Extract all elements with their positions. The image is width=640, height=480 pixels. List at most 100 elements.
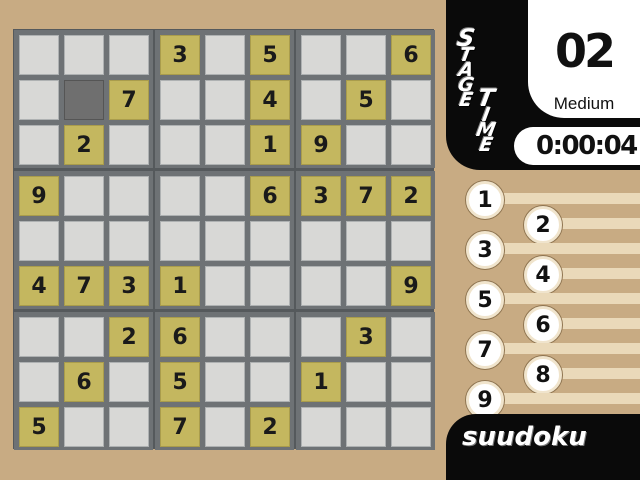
empty-cell[interactable]	[160, 125, 200, 165]
given-cell[interactable]: 9	[19, 176, 59, 216]
empty-cell[interactable]	[109, 407, 149, 447]
stage-box: 02 Medium	[528, 0, 640, 118]
given-cell[interactable]: 1	[160, 266, 200, 306]
number-track	[484, 193, 640, 204]
empty-cell[interactable]	[250, 221, 290, 261]
empty-cell[interactable]	[64, 35, 104, 75]
number-button-7[interactable]: 7	[466, 331, 504, 369]
empty-cell[interactable]	[205, 35, 245, 75]
given-cell[interactable]: 3	[160, 35, 200, 75]
sudoku-board: 3567452199637247319263651572	[13, 29, 435, 450]
number-button-2[interactable]: 2	[524, 206, 562, 244]
empty-cell[interactable]	[346, 125, 386, 165]
given-cell[interactable]: 2	[109, 317, 149, 357]
empty-cell[interactable]	[391, 317, 431, 357]
given-cell[interactable]: 4	[250, 80, 290, 120]
number-track	[484, 293, 640, 304]
empty-cell[interactable]	[391, 407, 431, 447]
empty-cell[interactable]	[301, 317, 341, 357]
given-cell[interactable]: 3	[109, 266, 149, 306]
given-cell[interactable]: 1	[250, 125, 290, 165]
empty-cell[interactable]	[109, 362, 149, 402]
empty-cell[interactable]	[301, 35, 341, 75]
empty-cell[interactable]	[205, 125, 245, 165]
brand-logo: suudoku	[462, 422, 587, 452]
empty-cell[interactable]	[391, 80, 431, 120]
given-cell[interactable]: 1	[301, 362, 341, 402]
given-cell[interactable]: 6	[160, 317, 200, 357]
empty-cell[interactable]	[205, 80, 245, 120]
empty-cell[interactable]	[109, 125, 149, 165]
given-cell[interactable]: 7	[160, 407, 200, 447]
empty-cell[interactable]	[19, 80, 59, 120]
given-cell[interactable]: 5	[19, 407, 59, 447]
empty-cell[interactable]	[250, 317, 290, 357]
empty-cell[interactable]	[109, 221, 149, 261]
empty-cell[interactable]	[160, 80, 200, 120]
empty-cell[interactable]	[391, 221, 431, 261]
empty-cell[interactable]	[205, 407, 245, 447]
empty-cell[interactable]	[19, 362, 59, 402]
given-cell[interactable]: 5	[250, 35, 290, 75]
number-track	[484, 343, 640, 354]
number-button-3[interactable]: 3	[466, 231, 504, 269]
given-cell[interactable]: 9	[391, 266, 431, 306]
empty-cell[interactable]	[64, 176, 104, 216]
number-button-8[interactable]: 8	[524, 356, 562, 394]
given-cell[interactable]: 2	[391, 176, 431, 216]
empty-cell[interactable]	[64, 317, 104, 357]
empty-cell[interactable]	[250, 266, 290, 306]
empty-cell[interactable]	[19, 221, 59, 261]
number-track	[484, 393, 640, 404]
empty-cell[interactable]	[160, 176, 200, 216]
empty-cell[interactable]	[109, 176, 149, 216]
empty-cell[interactable]	[346, 221, 386, 261]
time-label: TIME	[474, 84, 498, 156]
empty-cell[interactable]	[346, 362, 386, 402]
empty-cell[interactable]	[19, 125, 59, 165]
empty-cell[interactable]	[391, 125, 431, 165]
given-cell[interactable]: 3	[346, 317, 386, 357]
given-cell[interactable]: 7	[346, 176, 386, 216]
given-cell[interactable]: 4	[19, 266, 59, 306]
empty-cell[interactable]	[301, 221, 341, 261]
given-cell[interactable]: 6	[64, 362, 104, 402]
empty-cell[interactable]	[64, 221, 104, 261]
empty-cell[interactable]	[205, 317, 245, 357]
given-cell[interactable]: 3	[301, 176, 341, 216]
selected-cell[interactable]	[64, 80, 104, 120]
number-button-4[interactable]: 4	[524, 256, 562, 294]
given-cell[interactable]: 5	[160, 362, 200, 402]
empty-cell[interactable]	[205, 176, 245, 216]
given-cell[interactable]: 6	[391, 35, 431, 75]
number-button-5[interactable]: 5	[466, 281, 504, 319]
empty-cell[interactable]	[301, 266, 341, 306]
given-cell[interactable]: 2	[250, 407, 290, 447]
given-cell[interactable]: 6	[250, 176, 290, 216]
difficulty-label: Medium	[553, 94, 615, 113]
empty-cell[interactable]	[160, 221, 200, 261]
empty-cell[interactable]	[250, 362, 290, 402]
empty-cell[interactable]	[301, 407, 341, 447]
empty-cell[interactable]	[301, 80, 341, 120]
empty-cell[interactable]	[346, 407, 386, 447]
number-button-6[interactable]: 6	[524, 306, 562, 344]
empty-cell[interactable]	[205, 221, 245, 261]
empty-cell[interactable]	[205, 362, 245, 402]
empty-cell[interactable]	[19, 317, 59, 357]
given-cell[interactable]: 5	[346, 80, 386, 120]
empty-cell[interactable]	[346, 35, 386, 75]
number-button-1[interactable]: 1	[466, 181, 504, 219]
given-cell[interactable]: 7	[109, 80, 149, 120]
given-cell[interactable]: 2	[64, 125, 104, 165]
empty-cell[interactable]	[109, 35, 149, 75]
empty-cell[interactable]	[391, 362, 431, 402]
stage-time-header: STAGE TIME 02 Medium 0:00:04	[446, 0, 640, 170]
given-cell[interactable]: 7	[64, 266, 104, 306]
timer-value: 0:00:04	[536, 131, 638, 161]
given-cell[interactable]: 9	[301, 125, 341, 165]
empty-cell[interactable]	[346, 266, 386, 306]
empty-cell[interactable]	[19, 35, 59, 75]
empty-cell[interactable]	[64, 407, 104, 447]
empty-cell[interactable]	[205, 266, 245, 306]
